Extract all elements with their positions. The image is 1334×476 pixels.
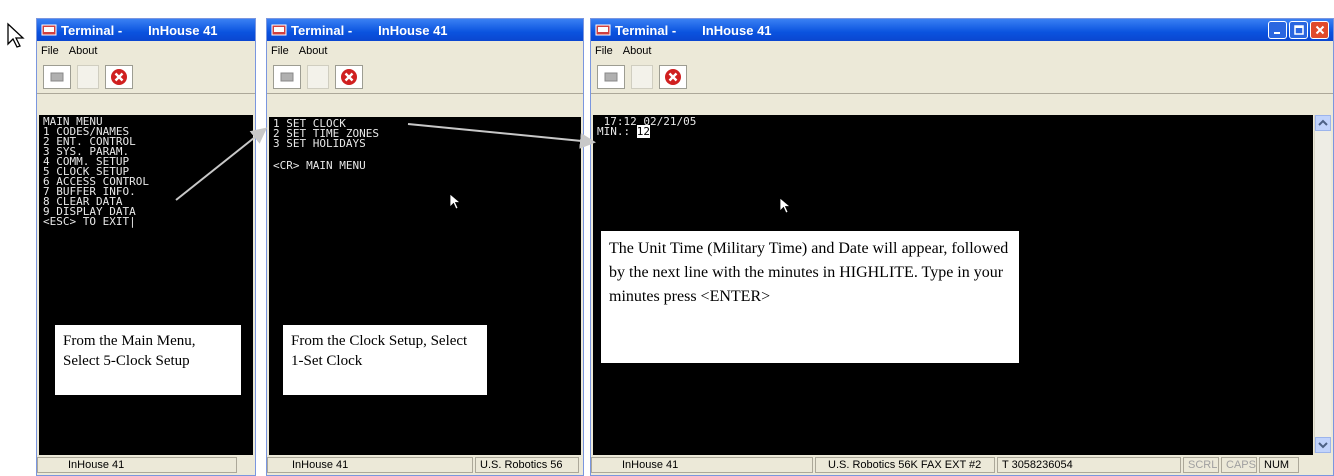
menu-file[interactable]: File: [271, 45, 289, 57]
chevron-down-icon: [1318, 442, 1328, 449]
window-title-doc: InHouse 41: [148, 22, 218, 38]
terminal-window-clock-setup: Terminal - InHouse 41 File About 1 SET C…: [266, 18, 584, 476]
phone-icon: [604, 72, 618, 82]
instruction-note: From the Clock Setup, Select 1-Set Clock: [283, 325, 487, 395]
menu-about[interactable]: About: [623, 45, 652, 57]
connect-button[interactable]: [597, 65, 625, 89]
status-modem: U.S. Robotics 56K FAX EXT #2: [815, 457, 995, 473]
connect-button[interactable]: [273, 65, 301, 89]
connect-button[interactable]: [43, 65, 71, 89]
terminal-screen[interactable]: 1 SET CLOCK 2 SET TIME ZONES 3 SET HOLID…: [269, 117, 581, 457]
scroll-down-button[interactable]: [1315, 437, 1331, 453]
vertical-scrollbar[interactable]: [1314, 115, 1331, 453]
instruction-note: The Unit Time (Military Time) and Date w…: [601, 231, 1019, 363]
menu-about[interactable]: About: [69, 45, 98, 57]
close-icon: [1315, 25, 1324, 35]
window-title-doc: InHouse 41: [378, 22, 448, 38]
window-title-doc: InHouse 41: [702, 22, 772, 38]
phone-icon: [280, 72, 294, 82]
mouse-pointer-icon: [7, 22, 25, 48]
menu-file[interactable]: File: [41, 45, 59, 57]
disconnect-button[interactable]: [659, 65, 687, 89]
terminal-app-icon: [41, 24, 57, 36]
scroll-up-button[interactable]: [1315, 115, 1331, 131]
close-button[interactable]: [1310, 21, 1329, 39]
status-bar: InHouse 41 U.S. Robotics 56: [267, 455, 583, 475]
status-caps-lock: CAPS: [1221, 457, 1257, 473]
minutes-label: MIN.:: [597, 125, 637, 138]
stop-icon: [341, 69, 357, 85]
menu-bar: File About: [591, 41, 1333, 61]
status-connection: InHouse 41: [37, 457, 237, 473]
screen-minutes-prompt: MIN.: 12: [597, 125, 1309, 138]
status-connection: InHouse 41: [591, 457, 813, 473]
window-title-app: Terminal -: [291, 22, 353, 38]
toolbar: [37, 61, 255, 94]
toolbar: [591, 61, 1333, 94]
status-modem: U.S. Robotics 56: [475, 457, 579, 473]
menu-about[interactable]: About: [299, 45, 328, 57]
maximize-button[interactable]: [1289, 21, 1308, 39]
terminal-window-main-menu: Terminal - InHouse 41 File About MAIN ME…: [36, 18, 256, 476]
scroll-track[interactable]: [1315, 131, 1331, 437]
stop-icon: [111, 69, 127, 85]
mouse-pointer-icon: [449, 193, 462, 210]
window-controls: [1268, 21, 1333, 39]
terminal-app-icon: [595, 24, 611, 36]
status-scroll-lock: SCRL: [1183, 457, 1219, 473]
disconnect-button[interactable]: [105, 65, 133, 89]
toolbar-separator: [307, 65, 329, 89]
maximize-icon: [1293, 25, 1304, 35]
window-title-app: Terminal -: [615, 22, 677, 38]
menu-file[interactable]: File: [595, 45, 613, 57]
toolbar-separator: [77, 65, 99, 89]
screen-line: <CR> MAIN MENU: [273, 159, 366, 172]
screen-line: 3 SET HOLIDAYS: [273, 137, 366, 150]
terminal-window-set-clock: Terminal - InHouse 41 File About 17:12 0…: [590, 18, 1334, 476]
minimize-icon: [1273, 32, 1280, 34]
window-title-app: Terminal -: [61, 22, 123, 38]
minutes-input[interactable]: 12: [636, 125, 650, 138]
status-connection: InHouse 41: [267, 457, 473, 473]
menu-bar: File About: [37, 41, 255, 61]
screen-datetime: 17:12 02/21/05: [597, 115, 697, 128]
screen-line: <ESC> TO EXIT|: [43, 215, 136, 228]
mouse-pointer-icon: [779, 197, 792, 214]
instruction-note: From the Main Menu, Select 5-Clock Setup: [55, 325, 241, 395]
minimize-button[interactable]: [1268, 21, 1287, 39]
status-bar: InHouse 41 U.S. Robotics 56K FAX EXT #2 …: [591, 455, 1333, 475]
status-bar: InHouse 41: [37, 455, 255, 475]
disconnect-button[interactable]: [335, 65, 363, 89]
status-phone-number: T 3058236054: [997, 457, 1181, 473]
toolbar: [267, 61, 583, 94]
title-bar[interactable]: Terminal - InHouse 41: [37, 19, 255, 41]
stop-icon: [665, 69, 681, 85]
title-bar[interactable]: Terminal - InHouse 41: [591, 19, 1333, 41]
status-num-lock: NUM: [1259, 457, 1299, 473]
toolbar-separator: [631, 65, 653, 89]
title-bar[interactable]: Terminal - InHouse 41: [267, 19, 583, 41]
chevron-up-icon: [1318, 119, 1328, 126]
menu-bar: File About: [267, 41, 583, 61]
phone-icon: [50, 72, 64, 82]
terminal-app-icon: [271, 24, 287, 36]
terminal-screen[interactable]: MAIN MENU 1 CODES/NAMES 2 ENT. CONTROL 3…: [39, 115, 253, 457]
